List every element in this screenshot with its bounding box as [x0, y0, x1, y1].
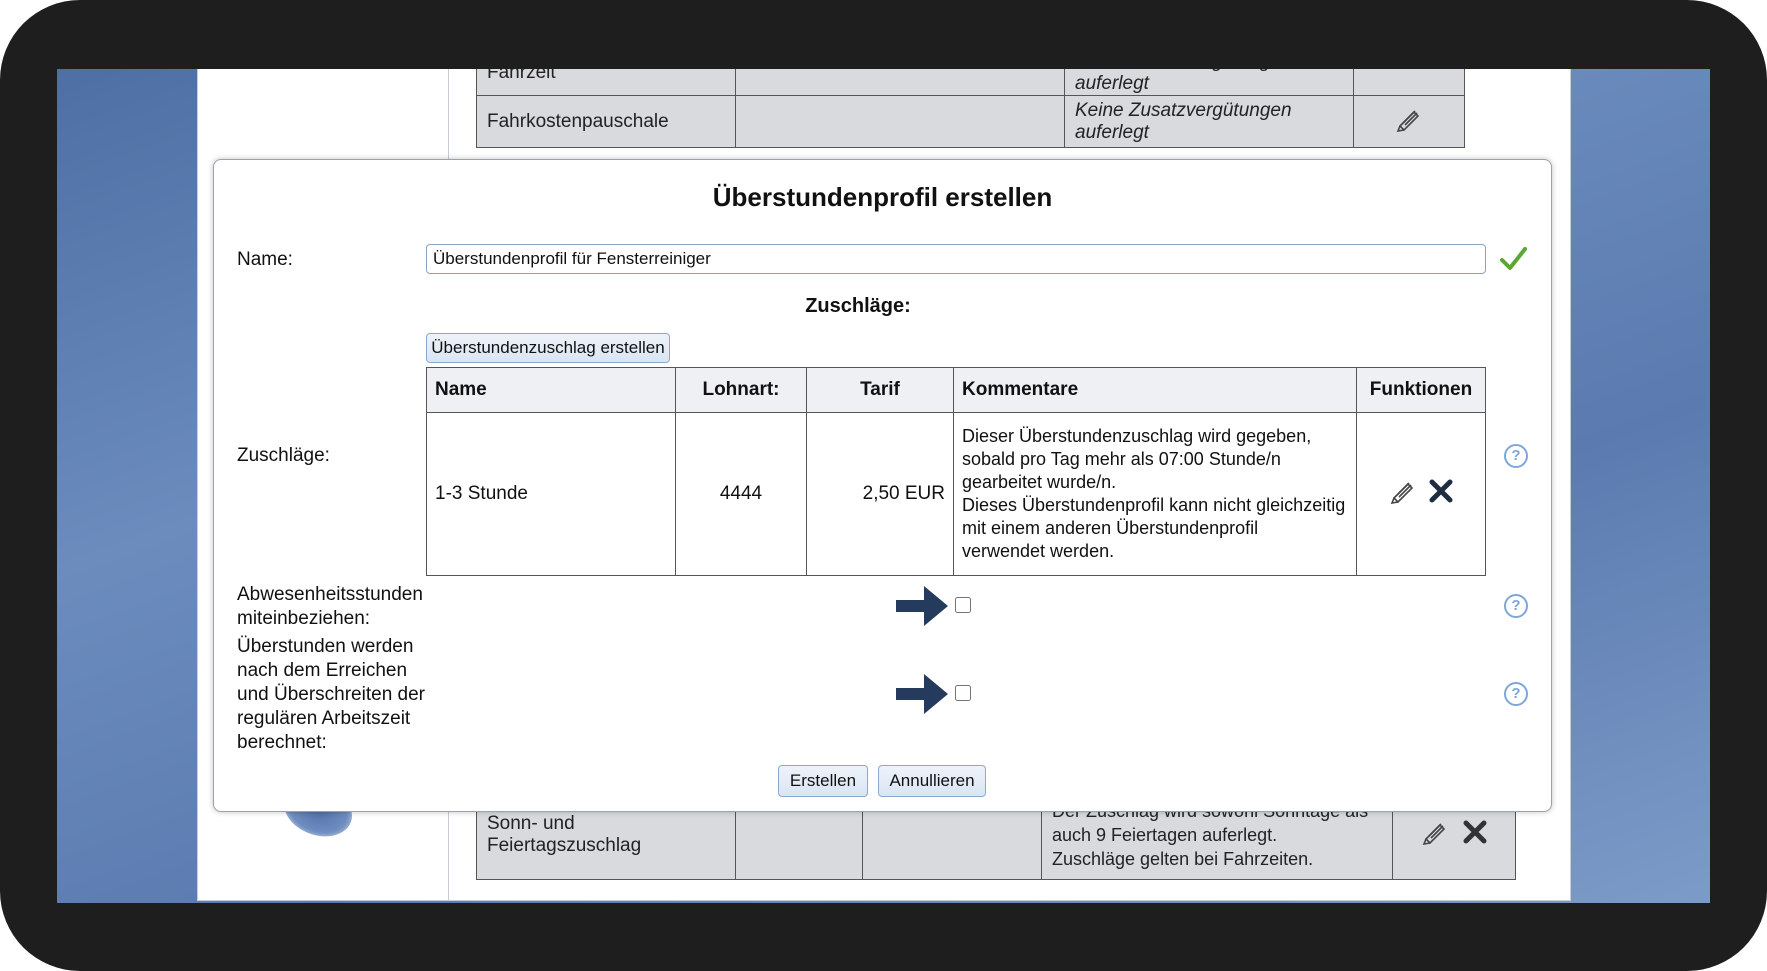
cell-lohnart: 4444: [675, 412, 807, 576]
row-comment: Keine Zusatzvergütungen auferlegt: [1064, 69, 1354, 96]
column-header-lohnart: Lohnart:: [675, 367, 807, 413]
submit-button[interactable]: Erstellen: [778, 765, 868, 797]
create-surcharge-button[interactable]: Überstundenzuschlag erstellen: [426, 333, 670, 363]
arrow-right-icon: [894, 671, 950, 722]
pencil-icon[interactable]: [1395, 106, 1423, 138]
absence-hours-checkbox[interactable]: [955, 597, 971, 613]
checkmark-icon: [1498, 244, 1528, 279]
x-icon[interactable]: [1429, 479, 1453, 509]
arrow-right-icon: [894, 583, 950, 634]
question-circle-icon[interactable]: ?: [1504, 682, 1528, 706]
question-circle-icon[interactable]: ?: [1504, 444, 1528, 468]
row-name: Fahrkostenpauschale: [476, 95, 736, 148]
cell-name: 1-3 Stunde: [426, 412, 676, 576]
cell-tarif: 2,50 EUR: [806, 412, 954, 576]
column-header-name: Name: [426, 367, 676, 413]
question-circle-icon[interactable]: ?: [1504, 594, 1528, 618]
surcharges-table: Name Lohnart: Tarif Kommentare Funktione…: [426, 367, 1486, 576]
column-header-tarif: Tarif: [806, 367, 954, 413]
absence-hours-label: Abwesenheitsstunden miteinbeziehen:: [237, 584, 423, 629]
surcharges-heading: Zuschläge:: [805, 295, 911, 317]
column-header-kommentare: Kommentare: [953, 367, 1357, 413]
background-surcharge-table-top: Fahrzeit Keine Zusatzvergütungen auferle…: [476, 69, 1465, 148]
overtime-calculation-label: Überstunden werden nach dem Erreichen un…: [237, 636, 425, 753]
dialog-title: Überstundenprofil erstellen: [712, 182, 1053, 212]
cancel-button[interactable]: Annullieren: [878, 765, 986, 797]
row-name: Fahrzeit: [476, 69, 736, 96]
cell-comment: Dieser Überstundenzuschlag wird gegeben,…: [953, 412, 1357, 576]
pencil-icon[interactable]: [1389, 478, 1417, 510]
table-row: 1-3 Stunde 4444 2,50 EUR Dieser Überstun…: [426, 412, 1486, 576]
table-row: Fahrkostenpauschale Keine Zusatzvergütun…: [476, 95, 1465, 148]
row-comment: Keine Zusatzvergütungen auferlegt: [1064, 95, 1354, 148]
overtime-calculation-checkbox[interactable]: [955, 685, 971, 701]
table-header-row: Name Lohnart: Tarif Kommentare Funktione…: [426, 367, 1486, 413]
profile-name-input[interactable]: [426, 244, 1486, 274]
cell-functions: [1356, 412, 1486, 576]
table-row: Fahrzeit Keine Zusatzvergütungen auferle…: [476, 69, 1465, 96]
x-icon[interactable]: [1463, 820, 1487, 850]
pencil-icon[interactable]: [1421, 819, 1449, 851]
column-header-funktionen: Funktionen: [1356, 367, 1486, 413]
surcharges-label: Zuschläge:: [237, 445, 330, 466]
create-overtime-profile-dialog: Überstundenprofil erstellen Name: Zuschl…: [213, 159, 1552, 812]
name-label: Name:: [237, 249, 293, 270]
